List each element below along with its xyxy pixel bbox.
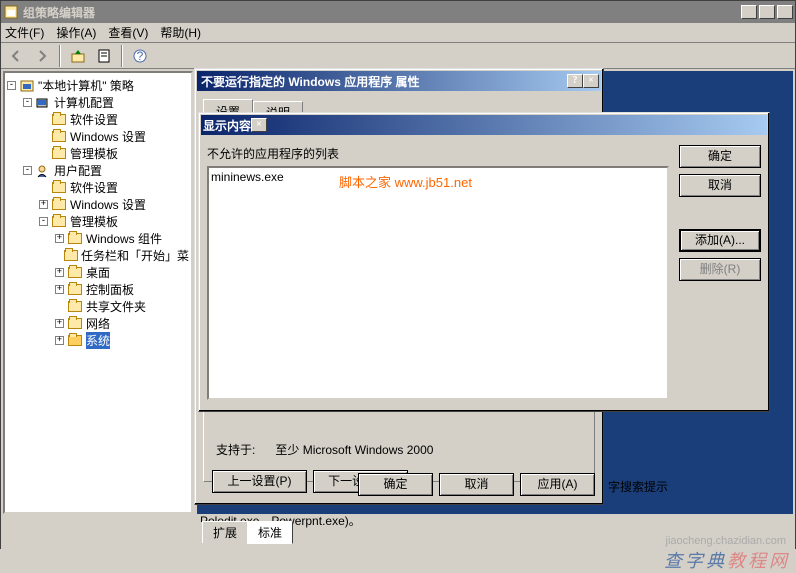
show-body: 不允许的应用程序的列表 mininews.exe 脚本之家 www.jb51.n… (199, 137, 769, 408)
menu-help[interactable]: 帮助(H) (160, 24, 201, 41)
show-content-dialog: 显示内容 × 不允许的应用程序的列表 mininews.exe 脚本之家 www… (198, 112, 770, 412)
watermark-url: jiaocheng.chazidian.com (666, 535, 786, 547)
minimize-button[interactable]: _ (741, 5, 757, 19)
poledit-row: Poledit.exe，Powerpnt.exe)。 (1, 516, 795, 534)
show-close-button[interactable]: × (251, 118, 267, 132)
show-ok-button[interactable]: 确定 (679, 145, 761, 168)
supported-row: 支持于: 至少 Microsoft Windows 2000 (212, 437, 586, 462)
prop-title: 不要运行指定的 Windows 应用程序 属性 (199, 73, 567, 90)
show-cancel-button[interactable]: 取消 (679, 174, 761, 197)
tree-admin-templates[interactable]: -管理模板 (7, 213, 189, 230)
tree-item[interactable]: 管理模板 (7, 145, 189, 162)
menubar: 文件(F) 操作(A) 查看(V) 帮助(H) (1, 23, 795, 43)
add-button[interactable]: 添加(A)... (679, 229, 761, 252)
supported-value: 至少 Microsoft Windows 2000 (275, 443, 433, 457)
maximize-button[interactable]: □ (759, 5, 775, 19)
tree-item[interactable]: +Windows 设置 (7, 196, 189, 213)
watermark-brand1b: 教程网 (727, 547, 790, 573)
toolbar: ? (1, 43, 795, 69)
watermark-brand1: 查字典 (664, 547, 727, 573)
tree-item[interactable]: +桌面 (7, 264, 189, 281)
listbox[interactable]: mininews.exe 脚本之家 www.jb51.net (207, 166, 669, 400)
prop-titlebar: 不要运行指定的 Windows 应用程序 属性 ? × (197, 71, 601, 91)
tree-pane[interactable]: -"本地计算机" 策略 -计算机配置 软件设置 Windows 设置 管理模板 … (3, 71, 193, 514)
app-icon (3, 4, 19, 20)
tree-item[interactable]: +Windows 组件 (7, 230, 189, 247)
tree-user-config[interactable]: -用户配置 (7, 162, 189, 179)
tab-extend[interactable]: 扩展 (202, 521, 248, 543)
forward-button[interactable] (31, 45, 53, 67)
remove-button[interactable]: 删除(R) (679, 258, 761, 281)
prop-help-button[interactable]: ? (567, 74, 583, 88)
tree-root[interactable]: -"本地计算机" 策略 (7, 77, 189, 94)
menu-file[interactable]: 文件(F) (5, 24, 44, 41)
main-titlebar: 组策略编辑器 _ □ × (1, 1, 795, 23)
tree-system[interactable]: +系统 (7, 332, 189, 349)
main-title: 组策略编辑器 (23, 4, 741, 21)
tree-item[interactable]: 任务栏和「开始」菜 (7, 247, 189, 264)
prev-setting-button[interactable]: 上一设置(P) (212, 470, 307, 493)
list-label: 不允许的应用程序的列表 (207, 145, 669, 162)
tree-item[interactable]: 共享文件夹 (7, 298, 189, 315)
back-button[interactable] (5, 45, 27, 67)
footer: 查字典 教程网 (0, 549, 796, 571)
menu-view[interactable]: 查看(V) (108, 24, 148, 41)
tab-standard[interactable]: 标准 (247, 521, 293, 544)
up-button[interactable] (67, 45, 89, 67)
menu-action[interactable]: 操作(A) (56, 24, 96, 41)
tree-item[interactable]: Windows 设置 (7, 128, 189, 145)
prop-footer: 确定 取消 应用(A) (358, 473, 595, 496)
tree-item[interactable]: 软件设置 (7, 179, 189, 196)
bottom-tabbar: 扩展 标准 (198, 522, 292, 543)
tree-item[interactable]: 软件设置 (7, 111, 189, 128)
tree-item[interactable]: +控制面板 (7, 281, 189, 298)
prop-ok-button[interactable]: 确定 (358, 473, 433, 496)
prop-apply-button[interactable]: 应用(A) (520, 473, 595, 496)
svg-text:?: ? (137, 49, 144, 63)
supported-label: 支持于: (216, 443, 255, 457)
toolbar-separator (59, 45, 61, 67)
help-button[interactable]: ? (129, 45, 151, 67)
prop-cancel-button[interactable]: 取消 (439, 473, 514, 496)
close-button[interactable]: × (777, 5, 793, 19)
list-item[interactable]: mininews.exe (211, 170, 665, 184)
show-titlebar: 显示内容 × (201, 115, 767, 135)
toolbar-separator (121, 45, 123, 67)
search-hint: 字搜索提示 (608, 478, 668, 495)
show-title: 显示内容 (203, 117, 251, 134)
tree-computer-config[interactable]: -计算机配置 (7, 94, 189, 111)
prop-close-button[interactable]: × (583, 74, 599, 88)
properties-button[interactable] (93, 45, 115, 67)
tree-item[interactable]: +网络 (7, 315, 189, 332)
